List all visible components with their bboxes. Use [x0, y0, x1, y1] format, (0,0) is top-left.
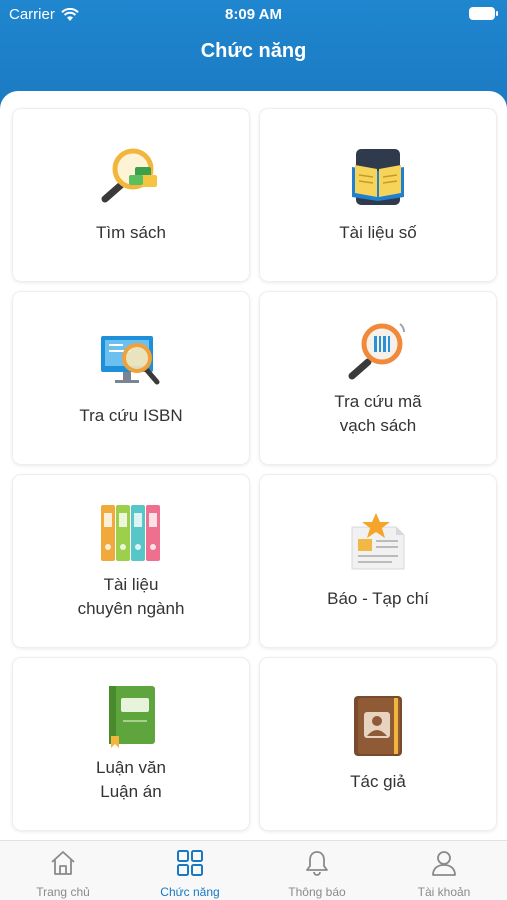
function-label: Luận văn Luận án	[96, 758, 166, 801]
function-label: Tài liệu chuyên ngành	[77, 575, 185, 618]
function-card-digital-docs[interactable]: Tài liệu số	[260, 109, 496, 281]
barcode-search-icon	[348, 323, 405, 380]
function-label: Tra cứu mã vạch sách	[334, 392, 422, 435]
isbn-monitor-icon	[101, 336, 160, 385]
author-contact-icon	[354, 696, 402, 756]
function-label: Báo - Tạp chí	[327, 589, 429, 608]
tab-label: Chức năng	[160, 885, 220, 899]
function-label: Tra cứu ISBN	[79, 406, 183, 425]
bottom-tab-bar: Trang chủ Chức năng Thông báo Tài khoản	[0, 840, 507, 900]
page-title: Chức năng	[200, 40, 307, 62]
tab-functions[interactable]: Chức năng	[127, 841, 253, 900]
function-card-isbn-lookup[interactable]: Tra cứu ISBN	[13, 292, 249, 464]
function-label: Tài liệu số	[339, 223, 417, 242]
newspaper-icon	[351, 513, 405, 570]
battery-icon	[469, 7, 498, 20]
function-label: Tìm sách	[96, 223, 166, 242]
bell-icon	[306, 851, 328, 876]
tab-home[interactable]: Trang chủ	[0, 841, 126, 900]
tab-label: Tài khoản	[417, 885, 471, 899]
tab-account[interactable]: Tài khoản	[381, 841, 507, 900]
user-icon	[432, 851, 456, 876]
home-icon	[51, 851, 75, 875]
tab-notifications[interactable]: Thông báo	[254, 841, 380, 900]
function-card-find-books[interactable]: Tìm sách	[13, 109, 249, 281]
status-time: 8:09 AM	[225, 6, 282, 23]
binders-icon	[101, 505, 160, 561]
digital-book-icon	[352, 149, 404, 205]
function-grid: Tìm sách Tài liệu số Tra cứu ISBN Tra cứ…	[0, 91, 507, 840]
thesis-book-icon	[109, 686, 155, 748]
tab-label: Trang chủ	[36, 885, 90, 899]
function-card-newspapers[interactable]: Báo - Tạp chí	[260, 475, 496, 647]
function-label: Tác giả	[350, 772, 406, 791]
grid-icon	[177, 850, 203, 876]
search-books-icon	[101, 148, 157, 203]
function-card-authors[interactable]: Tác giả	[260, 658, 496, 830]
status-bar: Carrier 8:09 AM	[0, 0, 507, 28]
tab-label: Thông báo	[288, 885, 346, 899]
function-card-specialized-docs[interactable]: Tài liệu chuyên ngành	[13, 475, 249, 647]
function-card-barcode-lookup[interactable]: Tra cứu mã vạch sách	[260, 292, 496, 464]
function-card-theses[interactable]: Luận văn Luận án	[13, 658, 249, 830]
